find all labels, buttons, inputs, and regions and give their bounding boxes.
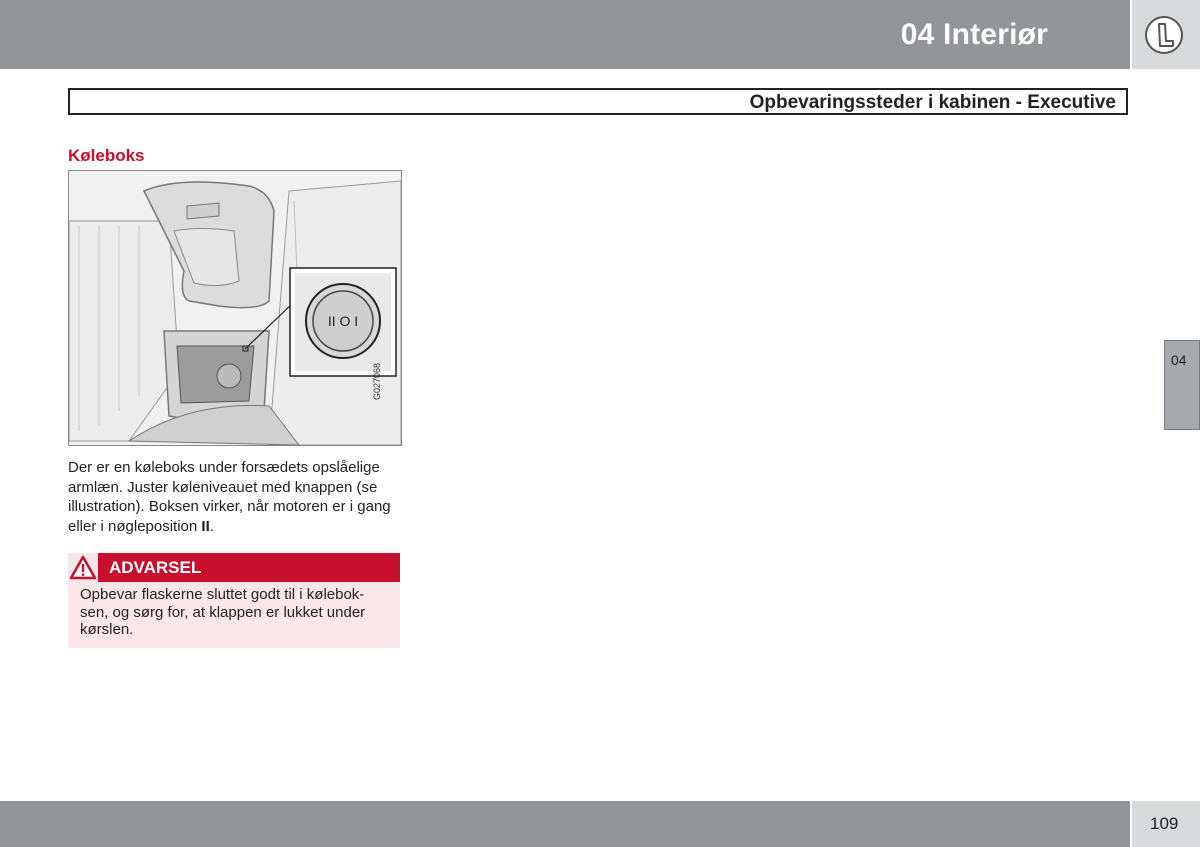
section-title-box: Opbevaringssteder i kabinen - Executive <box>68 88 1128 115</box>
page-number-box: 109 <box>1132 801 1200 847</box>
section-title: Opbevaringssteder i kabinen - Executive <box>749 92 1116 113</box>
chapter-side-tab: 04 <box>1164 340 1200 430</box>
warning-header: ADVARSEL <box>68 553 400 582</box>
paragraph-end: . <box>209 517 214 535</box>
button-marks: II O I <box>328 313 358 329</box>
chapter-title: 04 Interiør <box>900 18 1048 51</box>
paragraph-bold: II <box>201 517 210 535</box>
warning-text: Opbevar flaskerne sluttet godt til i køl… <box>68 582 400 648</box>
header-bar: 04 Interiør <box>0 0 1130 69</box>
page-number: 109 <box>1150 814 1179 833</box>
paragraph-text: Der er en køleboks under forsædets opslå… <box>68 459 391 535</box>
body-paragraph: Der er en køleboks under forsædets opslå… <box>68 458 408 536</box>
warning-label: ADVARSEL <box>109 558 202 577</box>
warning-icon-box <box>68 553 99 582</box>
cooler-box-illustration: II O I <box>68 170 402 446</box>
subheading: Køleboks <box>68 146 145 165</box>
figure-code: G027068 <box>372 362 382 400</box>
chapter-icon-box <box>1132 0 1200 69</box>
seat-icon <box>1145 16 1183 54</box>
warning-triangle-icon <box>69 555 97 580</box>
footer-bar <box>0 801 1130 847</box>
side-tab-label: 04 <box>1171 352 1187 368</box>
